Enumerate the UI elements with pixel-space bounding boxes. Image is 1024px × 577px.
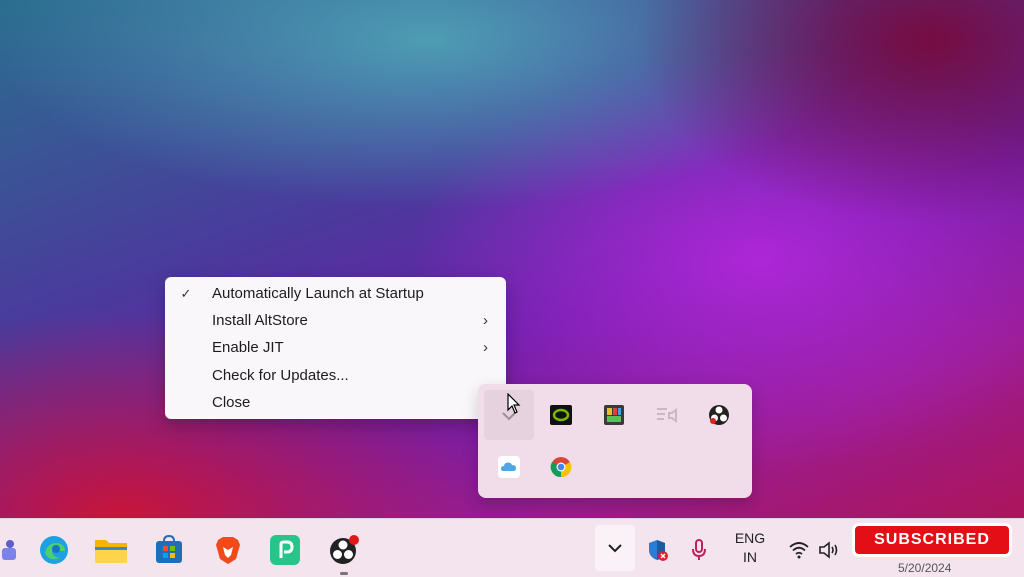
file-explorer-icon[interactable] (94, 533, 128, 567)
pickpoint-icon[interactable] (268, 533, 302, 567)
wifi-icon[interactable] (782, 533, 816, 567)
menu-item-label: Enable JIT (212, 339, 284, 356)
language-indicator[interactable]: ENG IN (728, 529, 772, 567)
chrome-icon[interactable] (544, 450, 578, 484)
menu-item-close[interactable]: Close (165, 390, 506, 416)
altserver-context-menu: ✓ Automatically Launch at Startup Instal… (165, 277, 506, 419)
teams-icon[interactable] (0, 533, 24, 567)
menu-item-check-updates[interactable]: Check for Updates... (165, 363, 506, 389)
show-hidden-icons-button[interactable] (595, 525, 635, 571)
chevron-down-icon (608, 544, 622, 553)
menu-item-enable-jit[interactable]: Enable JIT › (165, 335, 506, 361)
active-app-indicator (340, 572, 348, 575)
edge-icon[interactable] (37, 533, 71, 567)
security-shield-icon[interactable] (640, 533, 674, 567)
language-code: ENG (734, 530, 766, 546)
obs-icon[interactable] (702, 398, 736, 432)
volume-icon[interactable] (812, 533, 846, 567)
menu-item-label: Install AltStore (212, 312, 308, 329)
clock-date-fragment[interactable]: 5/20/2024 (898, 561, 951, 575)
icloud-icon[interactable] (492, 450, 526, 484)
chevron-right-icon: › (483, 339, 488, 356)
microsoft-store-icon[interactable] (152, 533, 186, 567)
audio-control-icon[interactable] (650, 398, 684, 432)
microphone-icon[interactable] (682, 533, 716, 567)
region-code: IN (743, 549, 757, 565)
subscribed-overlay-badge: SUBSCRIBED (852, 523, 1012, 557)
brave-icon[interactable] (211, 533, 245, 567)
menu-item-launch-at-startup[interactable]: ✓ Automatically Launch at Startup (165, 281, 506, 307)
nvidia-icon[interactable] (544, 398, 578, 432)
check-icon: ✓ (180, 286, 192, 301)
chevron-right-icon: › (483, 312, 488, 329)
menu-item-label: Check for Updates... (212, 367, 349, 384)
color-app-icon[interactable] (597, 398, 631, 432)
mouse-cursor-icon (507, 393, 521, 414)
obs-icon[interactable] (327, 533, 361, 567)
menu-item-install-altstore[interactable]: Install AltStore › (165, 308, 506, 334)
menu-item-label: Close (212, 394, 251, 411)
taskbar: ENG IN SUBSCRIBED 5/20/2024 (0, 518, 1024, 577)
menu-item-label: Automatically Launch at Startup (212, 285, 424, 302)
